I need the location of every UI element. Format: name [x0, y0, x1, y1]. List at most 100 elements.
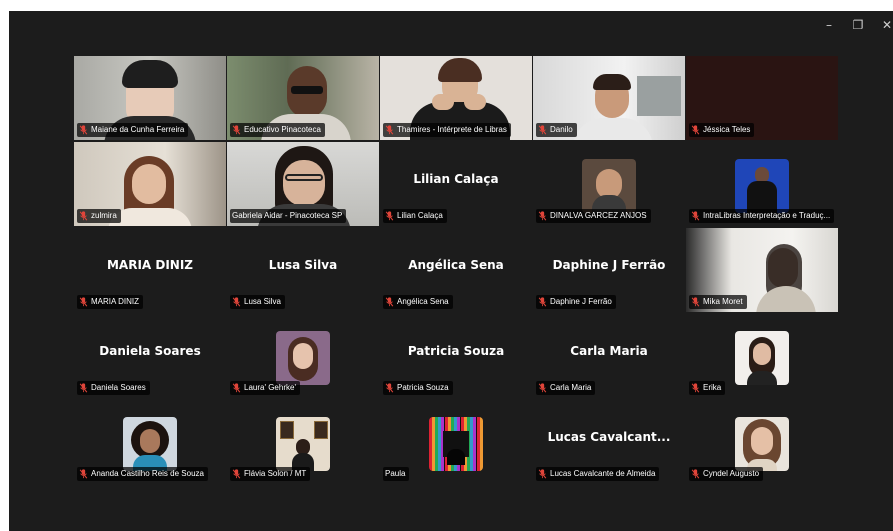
- mic-muted-icon: [538, 297, 547, 307]
- participant-name-text: Daphine J Ferrão: [550, 297, 612, 306]
- participant-tile[interactable]: Educativo Pinacoteca: [227, 56, 379, 140]
- participant-name-text: MARIA DINIZ: [91, 297, 140, 306]
- mic-muted-icon: [79, 211, 88, 221]
- participant-tile[interactable]: Jéssica Teles: [686, 56, 838, 140]
- mic-muted-icon: [232, 297, 241, 307]
- participant-tile[interactable]: Lilian Calaça Lilian Calaça: [380, 142, 532, 226]
- participant-avatar: [735, 417, 789, 471]
- participant-name-text: Flávia Solon / MT: [244, 469, 307, 478]
- mic-muted-icon: [538, 211, 547, 221]
- participant-name-text: Lilian Calaça: [397, 211, 443, 220]
- participant-tile[interactable]: Maiane da Cunha Ferreira: [74, 56, 226, 140]
- participant-name-label: Danilo: [536, 123, 577, 137]
- participant-name-text: Educativo Pinacoteca: [244, 125, 321, 134]
- participant-name-text: Danilo: [550, 125, 573, 134]
- participant-avatar: [582, 159, 636, 213]
- participant-tile[interactable]: Cyndel Augusto: [686, 400, 838, 484]
- mic-muted-icon: [385, 211, 394, 221]
- participant-tile[interactable]: Angélica Sena Angélica Sena: [380, 228, 532, 312]
- participant-display-name: Carla Maria: [570, 344, 648, 358]
- participant-tile[interactable]: Ananda Castilho Reis de Souza: [74, 400, 226, 484]
- participant-tile[interactable]: Laura' Gehrke': [227, 314, 379, 398]
- participant-name-label: Carla Maria: [536, 381, 596, 395]
- video-call-window: – ❐ ✕ Maiane da Cunha Ferreira Educativo …: [9, 11, 893, 531]
- minimize-button[interactable]: –: [814, 11, 844, 39]
- participant-display-name: Lusa Silva: [268, 258, 338, 272]
- mic-muted-icon: [691, 469, 700, 479]
- participant-name-text: Gabriela Aidar - Pinacoteca SP: [232, 211, 343, 220]
- mic-muted-icon: [385, 125, 394, 135]
- mic-muted-icon: [79, 383, 88, 393]
- participant-tile[interactable]: Lucas Cavalcant... Lucas Cavalcante de Al…: [533, 400, 685, 484]
- participant-name-label: Lilian Calaça: [383, 209, 447, 223]
- restore-button[interactable]: ❐: [843, 11, 873, 39]
- participant-name-text: Cyndel Augusto: [703, 469, 760, 478]
- close-button[interactable]: ✕: [872, 11, 893, 39]
- participant-name-label: Daphine J Ferrão: [536, 295, 616, 309]
- participant-name-text: Paula: [385, 469, 406, 478]
- participant-name-label: DINALVA GARCEZ ANJOS: [536, 209, 651, 223]
- participant-name-label: Thamires - Intérprete de Libras: [383, 123, 511, 137]
- participant-tile[interactable]: Flávia Solon / MT: [227, 400, 379, 484]
- participant-name-text: Maiane da Cunha Ferreira: [91, 125, 185, 134]
- participant-name-text: Thamires - Intérprete de Libras: [397, 125, 507, 134]
- participant-tile[interactable]: Lusa Silva Lusa Silva: [227, 228, 379, 312]
- participant-name-text: Ananda Castilho Reis de Souza: [91, 469, 204, 478]
- mic-muted-icon: [691, 297, 700, 307]
- participant-name-text: Laura' Gehrke': [244, 383, 296, 392]
- participant-name-label: Laura' Gehrke': [230, 381, 300, 395]
- participant-display-name: Angélica Sena: [408, 258, 504, 272]
- participant-name-label: Erika: [689, 381, 726, 395]
- participant-avatar: [276, 417, 330, 471]
- participant-name-label: Jéssica Teles: [689, 123, 755, 137]
- participant-tile[interactable]: DINALVA GARCEZ ANJOS: [533, 142, 685, 226]
- participant-name-text: zulmira: [91, 211, 117, 220]
- mic-muted-icon: [385, 383, 394, 393]
- mic-muted-icon: [79, 469, 88, 479]
- participant-name-text: IntraLibras Interpretação e Traduç...: [703, 211, 831, 220]
- participant-name-label: Paula: [383, 467, 410, 481]
- mic-muted-icon: [538, 125, 547, 135]
- participant-tile[interactable]: Patricia Souza Patricia Souza: [380, 314, 532, 398]
- mic-muted-icon: [232, 469, 241, 479]
- participant-tile[interactable]: MARIA DINIZ MARIA DINIZ: [74, 228, 226, 312]
- participant-name-text: Erika: [703, 383, 722, 392]
- participant-tile[interactable]: Mika Moret: [686, 228, 838, 312]
- participant-tile[interactable]: Danilo: [533, 56, 685, 140]
- participant-tile[interactable]: Erika: [686, 314, 838, 398]
- participant-name-label: Cyndel Augusto: [689, 467, 764, 481]
- participant-tile[interactable]: Daphine J Ferrão Daphine J Ferrão: [533, 228, 685, 312]
- participant-tile[interactable]: IntraLibras Interpretação e Traduç...: [686, 142, 838, 226]
- mic-muted-icon: [538, 469, 547, 479]
- participant-display-name: MARIA DINIZ: [106, 258, 194, 272]
- mic-muted-icon: [691, 383, 700, 393]
- participant-name-label: Flávia Solon / MT: [230, 467, 311, 481]
- participant-name-label: Patricia Souza: [383, 381, 453, 395]
- mic-muted-icon: [232, 125, 241, 135]
- mic-muted-icon: [691, 211, 700, 221]
- participant-display-name: Daphine J Ferrão: [552, 258, 666, 272]
- participant-name-label: Lucas Cavalcante de Almeida: [536, 467, 660, 481]
- participant-tile[interactable]: Carla Maria Carla Maria: [533, 314, 685, 398]
- participant-tile[interactable]: zulmira: [74, 142, 226, 226]
- participant-name-label: Ananda Castilho Reis de Souza: [77, 467, 208, 481]
- participant-name-label: Gabriela Aidar - Pinacoteca SP: [230, 209, 347, 223]
- mic-muted-icon: [538, 383, 547, 393]
- participant-name-text: Jéssica Teles: [703, 125, 751, 134]
- mic-muted-icon: [385, 297, 394, 307]
- participant-name-text: Lucas Cavalcante de Almeida: [550, 469, 656, 478]
- participant-name-label: Maiane da Cunha Ferreira: [77, 123, 189, 137]
- participant-display-name: Daniela Soares: [99, 344, 201, 358]
- participant-avatar: [735, 159, 789, 213]
- participant-avatar: [735, 331, 789, 385]
- participant-tile[interactable]: Paula: [380, 400, 532, 484]
- participant-tile[interactable]: Thamires - Intérprete de Libras: [380, 56, 532, 140]
- participant-tile[interactable]: Daniela Soares Daniela Soares: [74, 314, 226, 398]
- participant-avatar: [276, 331, 330, 385]
- participant-name-text: Mika Moret: [703, 297, 743, 306]
- mic-muted-icon: [232, 383, 241, 393]
- participant-tile[interactable]: Gabriela Aidar - Pinacoteca SP: [227, 142, 379, 226]
- participant-name-label: IntraLibras Interpretação e Traduç...: [689, 209, 835, 223]
- participant-display-name: Lilian Calaça: [413, 172, 499, 186]
- participant-name-label: MARIA DINIZ: [77, 295, 144, 309]
